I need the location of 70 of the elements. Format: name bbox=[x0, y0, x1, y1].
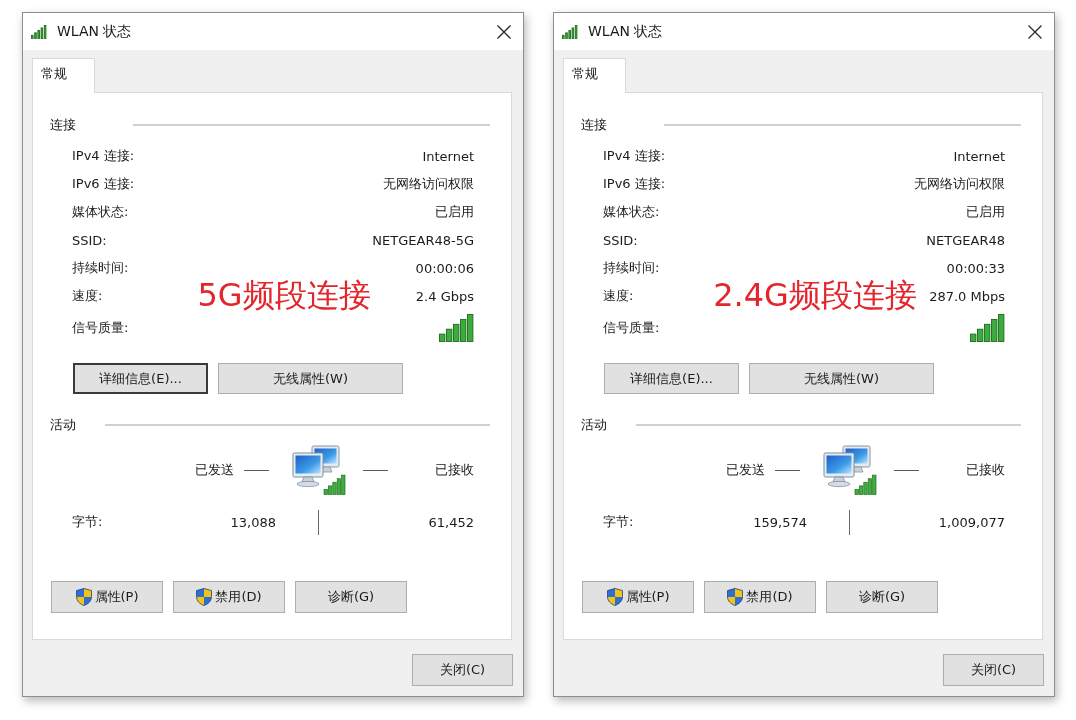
field-value: NETGEAR48-5G bbox=[372, 232, 474, 248]
disable-button[interactable]: 禁用(D) bbox=[704, 581, 816, 613]
wireless-properties-button[interactable]: 无线属性(W) bbox=[218, 363, 403, 394]
close-icon bbox=[497, 24, 511, 39]
field-label: 速度: bbox=[72, 287, 103, 305]
shield-icon bbox=[727, 588, 744, 606]
tab[interactable]: 常规 bbox=[32, 58, 95, 93]
field-label: SSID: bbox=[603, 232, 638, 248]
field-label: 信号质量: bbox=[603, 319, 660, 337]
field-label: 持续时间: bbox=[603, 259, 660, 277]
field-label: 持续时间: bbox=[72, 259, 129, 277]
bytes-label: 字节: bbox=[72, 513, 103, 531]
field-value: 00:00:33 bbox=[946, 260, 1005, 276]
field-value: 已启用 bbox=[435, 203, 474, 221]
signal-bars-icon bbox=[970, 314, 1005, 342]
close-dialog-button[interactable]: 关闭(C) bbox=[412, 654, 513, 686]
section-heading: 活动 bbox=[50, 416, 76, 434]
field-label: IPv4 连接: bbox=[72, 147, 135, 165]
signal-bars-icon bbox=[31, 24, 47, 39]
wireless-properties-button[interactable]: 无线属性(W) bbox=[749, 363, 934, 394]
details-button[interactable]: 详细信息(E)... bbox=[73, 363, 208, 394]
signal-bars-icon bbox=[562, 24, 578, 39]
diagnose-button[interactable]: 诊断(G) bbox=[295, 581, 407, 613]
window-title: WLAN 状态 bbox=[588, 22, 664, 41]
section-heading: 连接 bbox=[581, 116, 607, 134]
diagnose-button[interactable]: 诊断(G) bbox=[826, 581, 938, 613]
sent-label: 已发送 bbox=[726, 461, 765, 479]
details-button[interactable]: 详细信息(E)... bbox=[604, 363, 739, 394]
field-value: 已启用 bbox=[966, 203, 1005, 221]
field-label: 媒体状态: bbox=[72, 203, 129, 221]
field-value: NETGEAR48 bbox=[926, 232, 1005, 248]
close-icon bbox=[1028, 24, 1042, 39]
field-value: 2.4 Gbps bbox=[415, 288, 474, 304]
tab[interactable]: 常规 bbox=[563, 58, 626, 93]
sent-label: 已发送 bbox=[195, 461, 234, 479]
bytes-label: 字节: bbox=[603, 513, 634, 531]
byte-count: 61,452 bbox=[428, 514, 474, 530]
field-value: Internet bbox=[953, 148, 1005, 164]
field-value: 287.0 Mbps bbox=[929, 288, 1005, 304]
shield-icon bbox=[606, 588, 623, 606]
shield-icon bbox=[75, 588, 92, 606]
field-label: IPv6 连接: bbox=[72, 175, 135, 193]
annotation-text: 5G频段连接 bbox=[197, 278, 371, 314]
properties-button[interactable]: 属性(P) bbox=[582, 581, 694, 613]
field-value: 无网络访问权限 bbox=[383, 175, 474, 193]
byte-count: 159,574 bbox=[753, 514, 807, 530]
section-heading: 活动 bbox=[581, 416, 607, 434]
network-computers-icon bbox=[820, 445, 878, 495]
signal-bars-icon bbox=[439, 314, 474, 342]
field-label: SSID: bbox=[72, 232, 107, 248]
window-title: WLAN 状态 bbox=[57, 22, 133, 41]
network-computers-icon bbox=[289, 445, 347, 495]
byte-count: 1,009,077 bbox=[938, 514, 1005, 530]
field-label: IPv6 连接: bbox=[603, 175, 666, 193]
close-dialog-button[interactable]: 关闭(C) bbox=[943, 654, 1044, 686]
section-heading: 连接 bbox=[50, 116, 76, 134]
annotation-text: 2.4G频段连接 bbox=[713, 278, 917, 314]
shield-icon bbox=[196, 588, 213, 606]
disable-button[interactable]: 禁用(D) bbox=[173, 581, 285, 613]
received-label: 已接收 bbox=[966, 461, 1005, 479]
field-value: 无网络访问权限 bbox=[914, 175, 1005, 193]
field-label: IPv4 连接: bbox=[603, 147, 666, 165]
field-label: 信号质量: bbox=[72, 319, 129, 337]
received-label: 已接收 bbox=[435, 461, 474, 479]
properties-button[interactable]: 属性(P) bbox=[51, 581, 163, 613]
byte-count: 13,088 bbox=[230, 514, 276, 530]
field-value: Internet bbox=[422, 148, 474, 164]
field-label: 速度: bbox=[603, 287, 634, 305]
field-value: 00:00:06 bbox=[415, 260, 474, 276]
field-label: 媒体状态: bbox=[603, 203, 660, 221]
